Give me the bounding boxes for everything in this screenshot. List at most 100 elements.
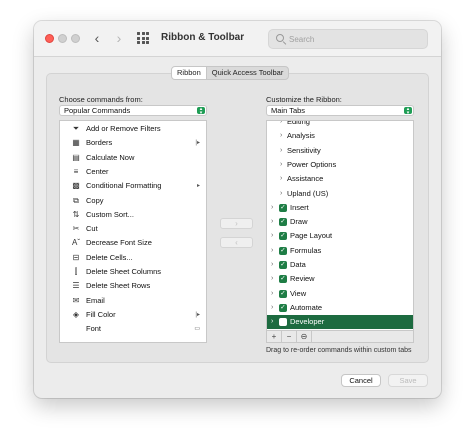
tab-label: Review (290, 274, 315, 284)
close-window-button[interactable] (45, 34, 54, 43)
add-to-ribbon-button[interactable]: › (220, 218, 253, 229)
command-item[interactable]: Font ▭ (60, 322, 206, 336)
ribbon-tab-item[interactable]: › Analysis (267, 129, 413, 143)
tab-checkbox[interactable]: ✓ (279, 218, 287, 227)
command-label: Decrease Font Size (86, 238, 152, 248)
command-label: Calculate Now (86, 152, 135, 162)
tab-checkbox[interactable]: ✓ (279, 275, 287, 284)
tab-label: Page Layout (290, 231, 333, 241)
disclosure-chevron-icon[interactable]: › (271, 244, 273, 258)
tab-checkbox[interactable] (279, 318, 287, 327)
disclosure-chevron-icon[interactable]: › (271, 201, 273, 215)
command-item[interactable]: ✂ Cut (60, 222, 206, 236)
command-item[interactable]: ☰ Delete Sheet Rows (60, 279, 206, 293)
disclosure-chevron-icon[interactable]: › (271, 258, 273, 272)
ribbon-tab-item[interactable]: › Power Options (267, 158, 413, 172)
tab-label: Developer (290, 317, 325, 327)
command-item[interactable]: ▩ Conditional Formatting ▸ (60, 179, 206, 193)
ribbon-tab-item[interactable]: › ✓ Page Layout (267, 229, 413, 243)
customize-ribbon-value: Main Tabs (271, 106, 306, 115)
command-item[interactable]: ▦ Borders |▸ (60, 136, 206, 150)
ribbon-tab-item[interactable]: › ✓ Review (267, 272, 413, 286)
save-button[interactable]: Save (388, 374, 428, 387)
search-icon (276, 34, 284, 42)
command-item[interactable]: ⧉ Copy (60, 194, 206, 208)
decrease-font-icon: Aˇ (72, 238, 80, 248)
disclosure-chevron-icon[interactable]: › (271, 315, 273, 329)
ribbon-tab-item[interactable]: › ✓ Data (267, 258, 413, 272)
disclosure-chevron-icon[interactable]: › (271, 215, 273, 229)
copy-icon: ⧉ (73, 195, 79, 205)
disclosure-chevron-icon[interactable]: › (271, 301, 273, 315)
popup-chevron-icon: ▴ ▾ (404, 107, 412, 116)
ribbon-tab-item[interactable]: › Editing (267, 121, 413, 129)
disclosure-chevron-icon[interactable]: › (280, 129, 282, 143)
add-tab-button[interactable]: + (267, 331, 282, 342)
ribbon-tab-item[interactable]: › Developer (267, 315, 413, 330)
customize-ribbon-popup[interactable]: Main Tabs ▴ ▾ (266, 105, 414, 116)
cancel-button[interactable]: Cancel (341, 374, 381, 387)
tab-checkbox[interactable]: ✓ (279, 232, 287, 241)
disclosure-chevron-icon[interactable]: › (280, 121, 282, 129)
tab-checkbox[interactable]: ✓ (279, 246, 287, 255)
tab-label: Formulas (290, 245, 322, 255)
command-label: Fill Color (86, 309, 116, 319)
fill-color-icon: ◈ (72, 309, 80, 319)
show-all-grid-icon[interactable] (137, 32, 149, 44)
ribbon-tab-item[interactable]: › Upland (US) (267, 187, 413, 201)
choose-commands-popup[interactable]: Popular Commands ▴ ▾ (59, 105, 207, 116)
command-item[interactable]: Aˇ Decrease Font Size (60, 236, 206, 250)
command-item[interactable]: ✉ Email (60, 294, 206, 308)
back-button[interactable]: ‹ (90, 30, 104, 46)
email-icon: ✉ (72, 295, 80, 305)
ribbon-tab-item[interactable]: › ✓ Formulas (267, 244, 413, 258)
zoom-window-button[interactable] (71, 34, 80, 43)
tab-checkbox[interactable]: ✓ (279, 303, 287, 312)
tabs-list-toolbar: + − ⊖ (266, 331, 414, 343)
command-item[interactable]: ◈ Fill Color |▸ (60, 308, 206, 322)
tab-checkbox[interactable]: ✓ (279, 289, 287, 298)
ribbon-tab-item[interactable]: › ✓ Automate (267, 301, 413, 315)
submenu-indicator-icon: ▭ (194, 326, 200, 333)
commands-list[interactable]: ⏷ Add or Remove Filters ▦ Borders |▸ ▤ Calcula… (59, 120, 207, 343)
disclosure-chevron-icon[interactable]: › (280, 158, 282, 172)
command-item[interactable]: ≡ Center (60, 165, 206, 179)
forward-button[interactable]: › (112, 30, 126, 46)
ribbon-tab-item[interactable]: › ✓ Insert (267, 201, 413, 215)
minimize-window-button[interactable] (58, 34, 67, 43)
remove-from-ribbon-button[interactable]: ‹ (220, 237, 253, 248)
tab-checkbox[interactable]: ✓ (279, 203, 287, 212)
command-label: Borders (86, 138, 113, 148)
command-item[interactable]: ⫿ Delete Sheet Columns (60, 265, 206, 279)
segment-ribbon[interactable]: Ribbon (172, 67, 207, 79)
disclosure-chevron-icon[interactable]: › (271, 287, 273, 301)
disclosure-chevron-icon[interactable]: › (280, 144, 282, 158)
command-item[interactable]: ⏷ Add or Remove Filters (60, 122, 206, 136)
ribbon-tab-item[interactable]: › ✓ Draw (267, 215, 413, 229)
segment-quick-access-toolbar[interactable]: Quick Access Toolbar (207, 67, 289, 79)
command-item[interactable]: ▤ Calculate Now (60, 151, 206, 165)
command-label: Add or Remove Filters (86, 124, 161, 133)
ribbon-tab-item[interactable]: › ✓ View (267, 287, 413, 301)
ribbon-tab-item[interactable]: › Sensitivity (267, 144, 413, 158)
submenu-indicator-icon: ▸ (196, 183, 200, 190)
more-options-button[interactable]: ⊖ (297, 331, 312, 342)
tab-label: Upland (US) (287, 188, 329, 198)
search-input[interactable] (289, 33, 419, 46)
remove-tab-button[interactable]: − (282, 331, 297, 342)
tab-checkbox[interactable]: ✓ (279, 261, 287, 269)
command-label: Conditional Formatting (86, 181, 162, 191)
disclosure-chevron-icon[interactable]: › (271, 229, 273, 243)
ribbon-tab-item[interactable]: › Assistance (267, 172, 413, 186)
delete-cells-icon: ⊟ (72, 252, 80, 262)
command-item[interactable]: ⇅ Custom Sort... (60, 208, 206, 222)
disclosure-chevron-icon[interactable]: › (280, 172, 282, 186)
search-field[interactable] (268, 29, 428, 49)
command-item[interactable]: ⊟ Delete Cells... (60, 251, 206, 265)
delete-columns-icon: ⫿ (74, 267, 78, 276)
disclosure-chevron-icon[interactable]: › (271, 272, 273, 286)
ribbon-tabs-list[interactable]: › Editing › Analysis › Sensitivity › Power Opti… (266, 120, 414, 331)
reorder-hint: Drag to re-order commands within custom … (266, 347, 412, 354)
tab-label: Assistance (287, 174, 324, 184)
disclosure-chevron-icon[interactable]: › (280, 187, 282, 201)
